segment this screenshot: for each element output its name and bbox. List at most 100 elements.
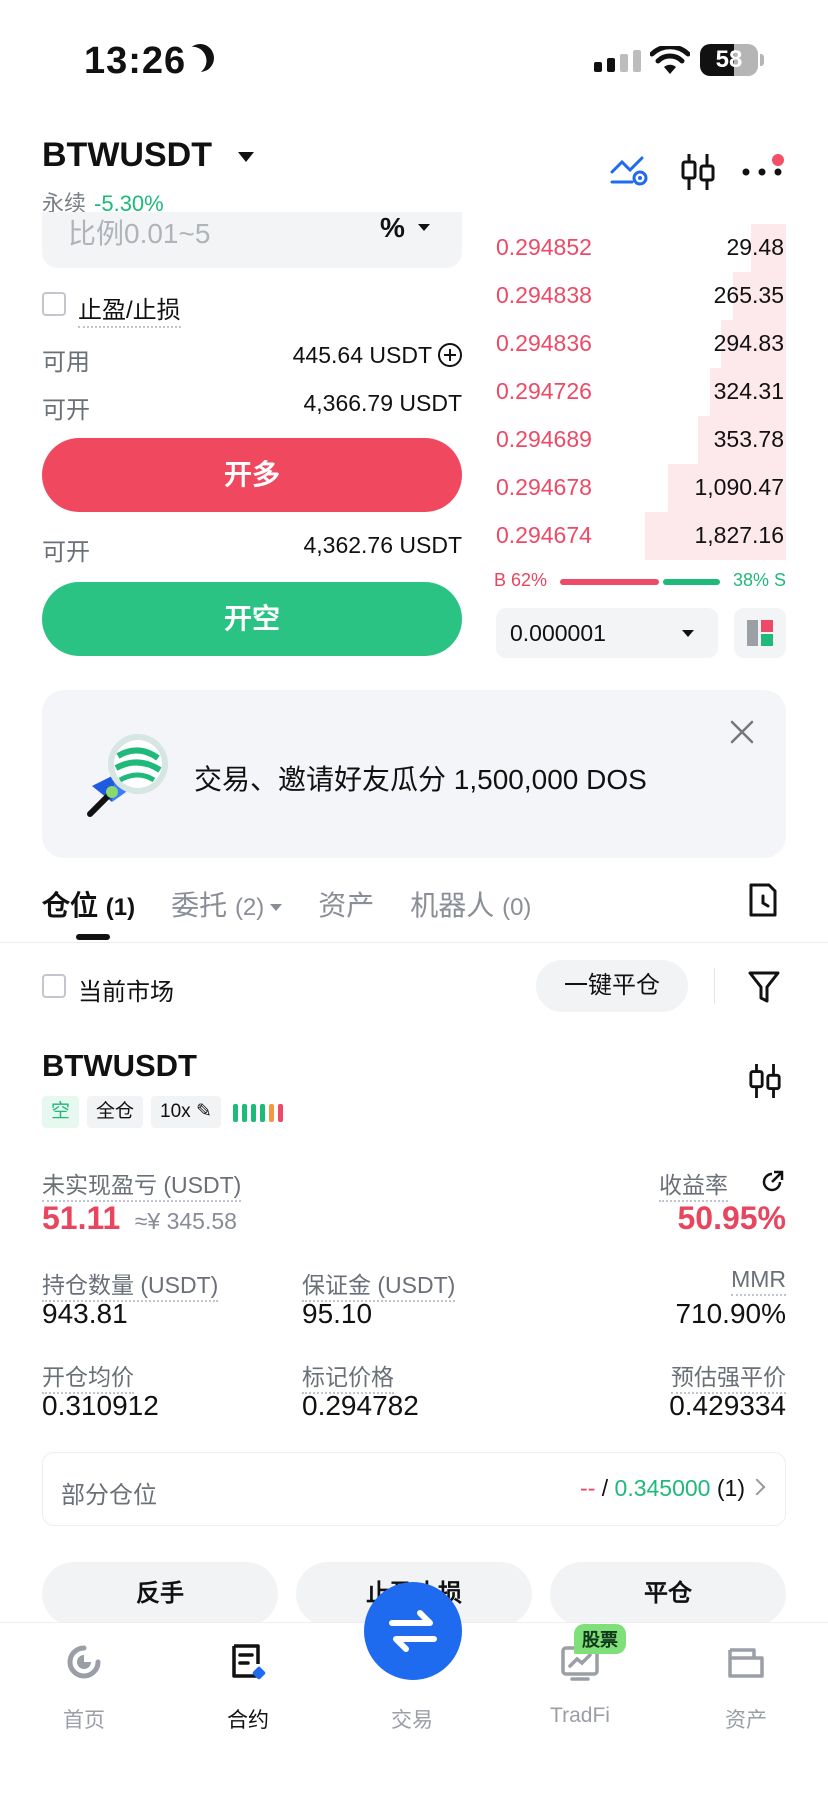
ask-quantity: 1,090.47 [694,474,784,500]
nav-tradfi[interactable]: TradFi [520,1704,640,1728]
battery-level: 58 [715,46,743,73]
chevron-right-icon [748,1478,766,1496]
ask-quantity: 324.31 [713,378,784,404]
upnl-value: 51.11 [42,1200,121,1236]
chevron-down-icon[interactable] [238,152,254,162]
add-funds-icon[interactable] [438,343,462,367]
chart-signal-icon[interactable] [610,152,650,188]
ratio-placeholder: 比例0.01~5 [68,218,211,249]
available-label: 可用 [42,349,90,376]
side-tag: 空 [42,1096,80,1128]
moon-icon [182,40,218,76]
stocks-badge: 股票 [574,1624,626,1654]
risk-level-icon [232,1103,283,1122]
orderbook-ask-row[interactable]: 0.294678 1,090.47 [492,464,786,512]
ask-quantity: 353.78 [713,426,784,452]
tick-size-selector[interactable]: 0.000001 [496,608,718,658]
reverse-button[interactable]: 反手 [42,1562,278,1626]
contract-icon[interactable] [228,1642,268,1682]
orderbook-layout-button[interactable] [734,608,786,658]
size-label: 持仓数量 (USDT) [42,1266,219,1302]
tpsl-label[interactable]: 止盈/止损 [78,290,181,328]
divider [714,968,715,1004]
openable-long-label: 可开 [42,397,90,424]
ask-price: 0.294838 [496,282,592,308]
size-value: 943.81 [42,1298,128,1329]
liq-price-value: 0.429334 [669,1390,786,1421]
mmr-value: 710.90% [675,1298,786,1329]
roe-value: 50.95% [677,1200,786,1236]
margin-label: 保证金 (USDT) [302,1266,456,1302]
close-position-button[interactable]: 平仓 [550,1562,786,1626]
openable-short-value: 4,362.76 USDT [303,532,462,558]
orderbook-ask-row[interactable]: 0.294836 294.83 [492,320,786,368]
ask-price: 0.294726 [496,378,592,404]
partial-position-row[interactable]: 部分仓位 -- / 0.345000 (1) [42,1452,786,1526]
share-icon[interactable] [760,1170,784,1194]
ask-price: 0.294678 [496,474,592,500]
tab-orders[interactable]: 委托 (2) [171,884,283,924]
buy-sell-ratio: B 62% 38% S [494,570,786,594]
current-market-checkbox[interactable] [42,974,66,998]
mark-price-value: 0.294782 [302,1390,419,1421]
margin-mode-tag: 全仓 [87,1096,144,1128]
chevron-down-icon [682,630,694,637]
close-icon[interactable] [730,720,754,744]
order-history-icon[interactable] [748,882,778,918]
wallet-icon[interactable] [726,1642,766,1682]
roe-label: 收益率 [659,1166,728,1202]
nav-assets[interactable]: 资产 [686,1704,806,1734]
mmr-label: MMR [731,1266,786,1296]
unit-selector[interactable]: % [380,212,405,244]
mark-price-label: 标记价格 [302,1358,394,1394]
ratio-bar [560,579,720,585]
battery-cap [760,54,764,66]
promo-magnifier-icon [87,734,168,817]
position-symbol[interactable]: BTWUSDT [42,1048,197,1084]
orderbook-ask-row[interactable]: 0.294726 324.31 [492,368,786,416]
nav-home[interactable]: 首页 [24,1704,144,1734]
layout-icon [747,620,773,646]
candlestick-icon[interactable] [680,152,716,192]
orderbook-ask-row[interactable]: 0.294689 353.78 [492,416,786,464]
trade-button[interactable] [364,1582,462,1680]
tpsl-checkbox[interactable] [42,292,66,316]
entry-price-value: 0.310912 [42,1390,159,1421]
chevron-down-icon[interactable] [418,224,430,231]
orderbook-ask-row[interactable]: 0.294674 1,827.16 [492,512,786,560]
open-short-button[interactable]: 开空 [42,582,462,656]
tab-bots[interactable]: 机器人 (0) [410,884,531,924]
sell-ratio: 38% S [732,570,786,590]
entry-price-label: 开仓均价 [42,1358,134,1394]
upnl: 51.11 ≈¥ 345.58 [42,1200,237,1237]
tick-size-value: 0.000001 [510,620,606,646]
position-tabs: 仓位 (1) 委托 (2) 资产 机器人 (0) [42,884,531,924]
current-market-label[interactable]: 当前市场 [78,972,174,1007]
tab-positions[interactable]: 仓位 (1) [42,884,135,924]
margin-value[interactable]: 95.10 [302,1298,372,1330]
close-all-button[interactable]: 一键平仓 [536,960,688,1012]
filter-icon[interactable] [748,970,780,1004]
openable-long-value: 4,366.79 USDT [303,390,462,416]
nav-contract[interactable]: 合约 [188,1704,308,1734]
leverage-tag[interactable]: 10x ✎ [151,1096,221,1128]
nav-trade[interactable]: 交易 [352,1704,472,1734]
ask-price: 0.294689 [496,426,592,452]
pair-selector[interactable]: BTWUSDT [42,136,212,175]
buy-ratio: B 62% [494,570,548,590]
open-long-button[interactable]: 开多 [42,438,462,512]
more-icon[interactable] [742,168,782,176]
candlestick-icon[interactable] [748,1062,782,1100]
home-icon[interactable] [64,1642,104,1682]
upnl-label: 未实现盈亏 (USDT) [42,1166,242,1202]
ask-price: 0.294674 [496,522,592,548]
partial-value: -- / 0.345000 (1) [580,1475,745,1501]
notification-dot [772,154,784,166]
orderbook-ask-row[interactable]: 0.294838 265.35 [492,272,786,320]
orderbook-ask-row[interactable]: 0.294852 29.48 [492,224,786,272]
openable-short-label: 可开 [42,539,90,566]
wifi-icon [650,46,690,74]
tab-assets[interactable]: 资产 [318,884,374,924]
swap-icon [389,1610,437,1652]
upnl-cny: ≈¥ 345.58 [134,1208,237,1234]
